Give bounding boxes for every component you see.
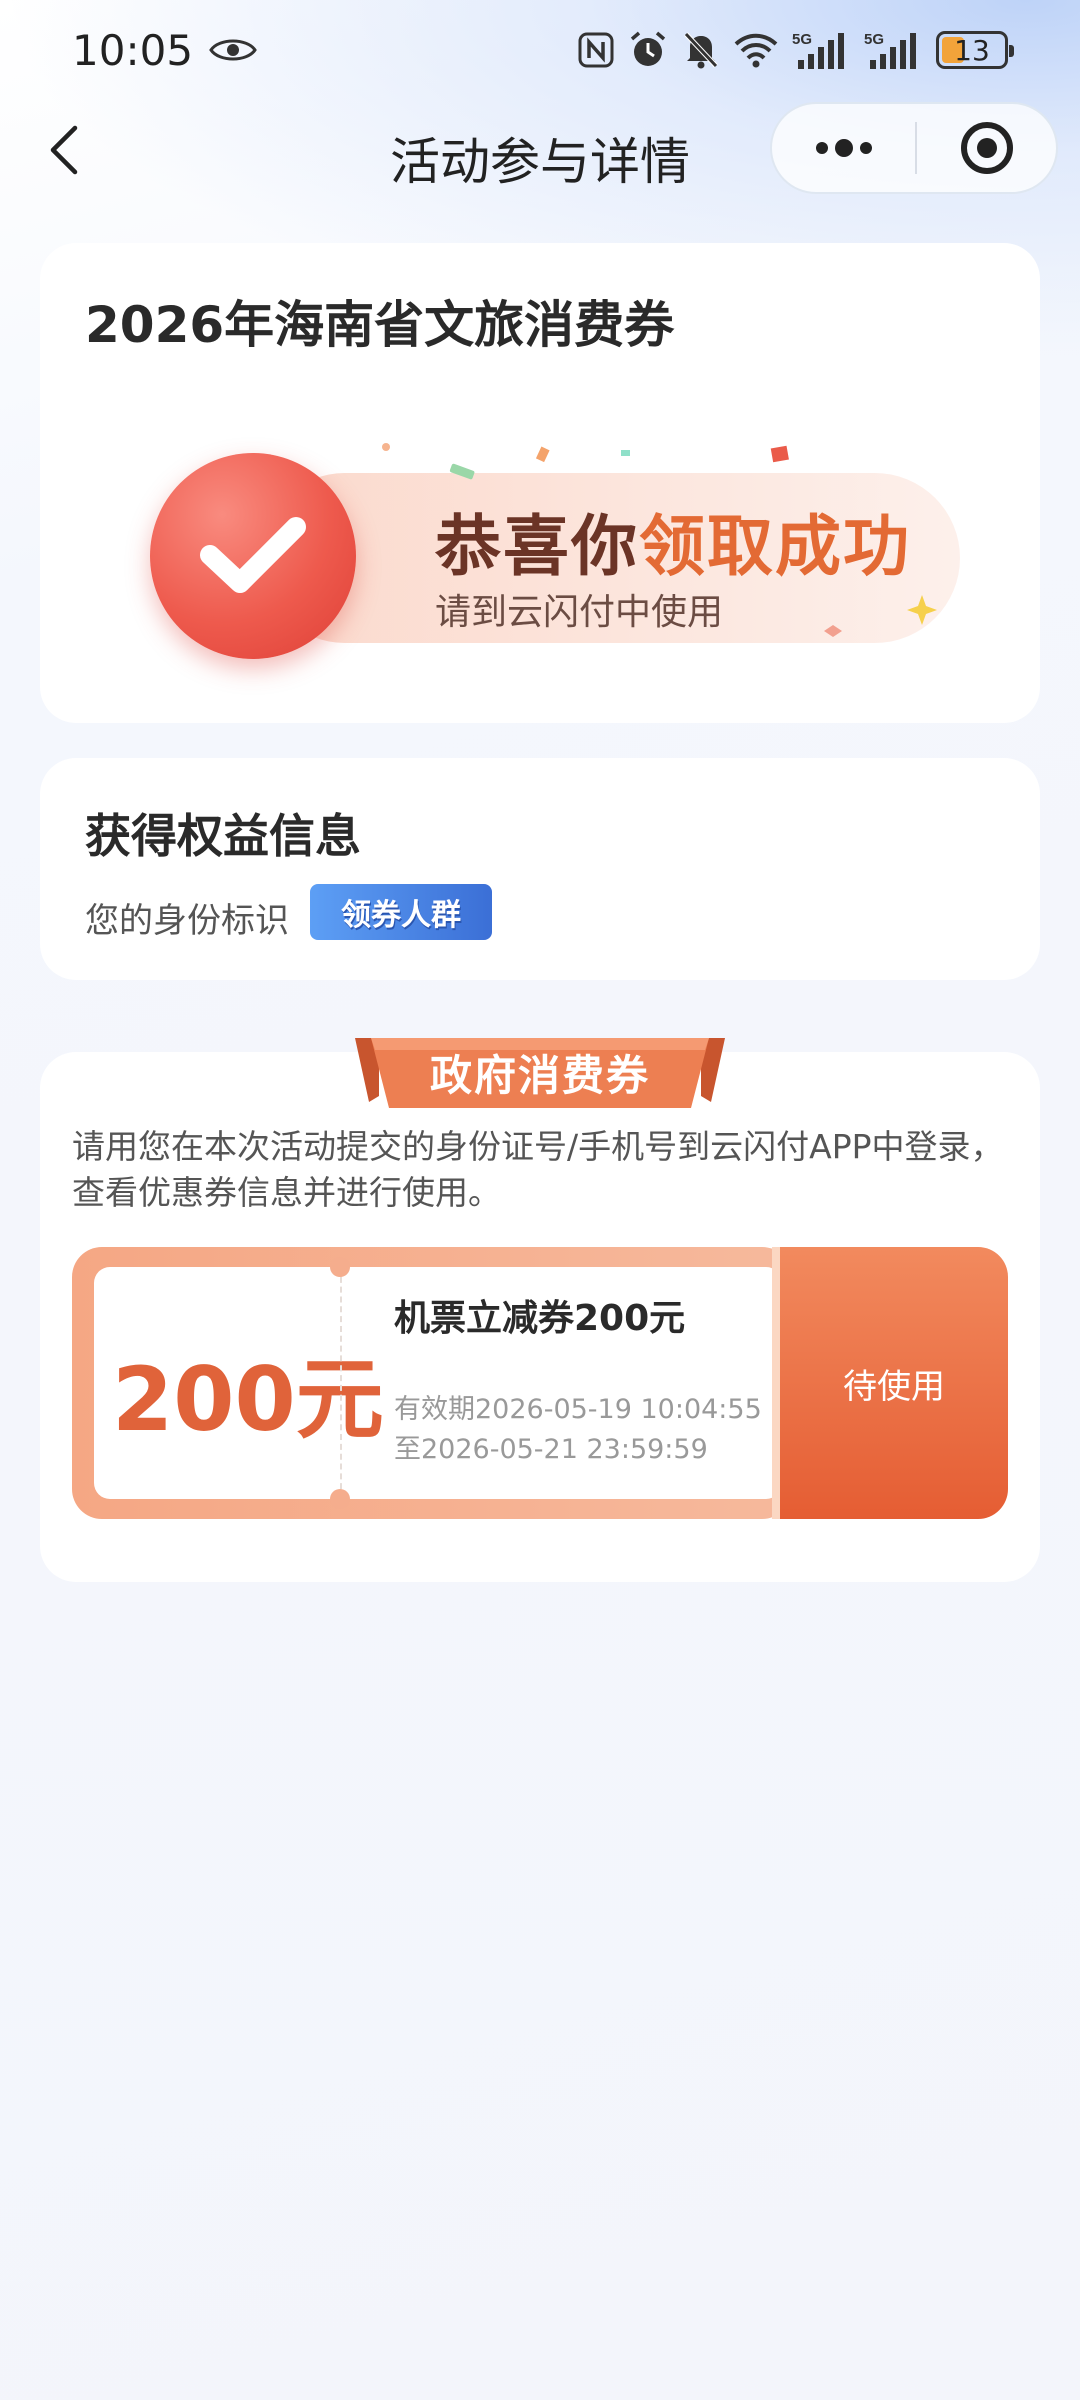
success-check <box>150 453 356 659</box>
rights-card: 获得权益信息 您的身份标识 领券人群 <box>40 758 1040 980</box>
close-button[interactable] <box>917 104 1056 192</box>
target-close-icon <box>960 122 1013 174</box>
status-icons: 5G 5G 13 <box>578 30 1014 70</box>
coupon-notch <box>330 1257 350 1277</box>
ribbon-label: 政府消费券 <box>429 1051 650 1100</box>
coupon-separator <box>340 1267 342 1499</box>
status-time: 10:05 <box>72 25 194 75</box>
coupon-valid-from: 有效期2026-05-19 10:04:55 <box>394 1394 762 1425</box>
coupon-ticket[interactable]: 200元 机票立减券200元 有效期2026-05-19 10:04:55 至2… <box>72 1247 1008 1519</box>
battery-icon: 13 <box>936 31 1014 69</box>
coupon-ribbon: 政府消费券 <box>355 1036 725 1110</box>
coupon-amount: 200元 <box>112 1348 384 1451</box>
coupon-card: 请用您在本次活动提交的身份证号/手机号到云闪付APP中登录，查看优惠券信息并进行… <box>40 1052 1040 1582</box>
congrats-heading: 恭喜你领取成功 <box>435 493 911 589</box>
coupon-notch <box>330 1489 350 1509</box>
nav-bar: 活动参与详情 <box>0 100 1080 200</box>
confetti-icon <box>770 445 789 463</box>
5g-signal-icon: 5G <box>792 31 844 69</box>
confetti-icon <box>824 625 842 637</box>
congrats-part2: 领取成功 <box>639 508 911 585</box>
wifi-icon <box>734 33 778 68</box>
usage-notice: 请用您在本次活动提交的身份证号/手机号到云闪付APP中登录，查看优惠券信息并进行… <box>72 1127 1004 1212</box>
nfc-icon <box>578 32 614 68</box>
activity-title: 2026年海南省文旅消费券 <box>85 296 675 354</box>
congrats-part1: 恭喜你 <box>435 508 639 585</box>
battery-level: 13 <box>954 33 990 67</box>
confetti-icon <box>621 450 630 456</box>
more-button[interactable] <box>772 104 915 192</box>
identity-badge: 领券人群 <box>310 884 492 940</box>
confetti-icon <box>382 443 390 451</box>
alarm-icon <box>630 31 666 66</box>
5g-signal-icon: 5G <box>864 31 916 69</box>
identity-label: 您的身份标识 <box>85 901 289 941</box>
success-banner: 恭喜你领取成功 请到云闪付中使用 <box>150 433 970 673</box>
star-icon <box>907 595 937 625</box>
coupon-status: 待使用 <box>843 1366 945 1407</box>
rights-title: 获得权益信息 <box>85 809 361 863</box>
status-bar: 10:05 5G 5G 13 <box>0 0 1080 100</box>
coupon-valid-to: 至2026-05-21 23:59:59 <box>394 1434 708 1465</box>
coupon-name: 机票立减券200元 <box>394 1298 686 1339</box>
network-type-label: 5G <box>864 31 884 48</box>
activity-card: 2026年海南省文旅消费券 恭喜你领取成功 请到云闪付中使用 <box>40 243 1040 723</box>
confetti-icon <box>449 463 475 480</box>
checkmark-icon <box>200 517 306 593</box>
mini-program-capsule <box>770 102 1058 194</box>
coupon-status-button[interactable]: 待使用 <box>772 1247 1008 1519</box>
network-type-label: 5G <box>792 31 812 48</box>
mute-icon <box>684 32 718 69</box>
confetti-icon <box>535 446 550 463</box>
more-dots-icon <box>815 139 872 157</box>
banner-subtitle: 请到云闪付中使用 <box>435 592 724 633</box>
eye-icon <box>209 39 257 61</box>
